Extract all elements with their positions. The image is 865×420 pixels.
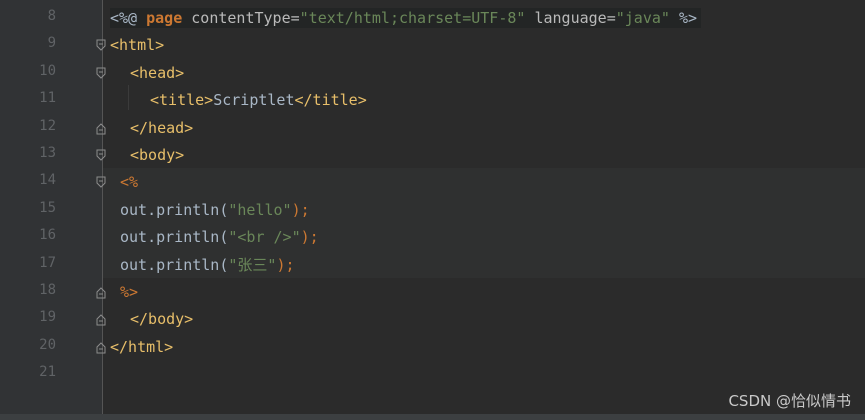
- code-token: %>: [120, 283, 139, 301]
- code-token: page: [146, 9, 183, 27]
- line-number: 13: [39, 145, 56, 161]
- line-number: 11: [39, 90, 56, 107]
- watermark-text: CSDN @恰似情书: [728, 392, 851, 410]
- code-text: <%@ page contentType="text/html;charset=…: [110, 8, 702, 28]
- code-token: <%@: [110, 9, 147, 27]
- code-token: <%: [120, 173, 139, 192]
- code-token: out.println(: [120, 228, 229, 247]
- code-token: </html>: [110, 337, 174, 356]
- code-editor[interactable]: 8 <%@ page contentType="text/html;charset…: [0, 0, 865, 420]
- line-number: 16: [39, 227, 56, 244]
- code-line[interactable]: 16 out.println("<br />");: [0, 223, 865, 250]
- horizontal-scrollbar[interactable]: [0, 414, 865, 420]
- code-text: out.println("<br />");: [120, 227, 319, 247]
- code-text: <html>: [110, 35, 164, 55]
- line-number: 18: [39, 282, 56, 298]
- code-token: <html>: [110, 36, 165, 55]
- code-token: out.println(: [120, 255, 229, 274]
- fold-end-icon[interactable]: [96, 312, 106, 326]
- code-text: <body>: [130, 145, 184, 165]
- fold-end-icon[interactable]: [96, 285, 106, 299]
- code-token: %>: [669, 9, 698, 27]
- fold-end-icon[interactable]: [96, 340, 106, 354]
- code-token: </head>: [130, 118, 194, 137]
- line-number: 21: [39, 364, 56, 381]
- code-line[interactable]: 9 <html>: [0, 31, 865, 58]
- code-text: </body>: [130, 309, 193, 329]
- code-token: Scriptlet: [213, 91, 295, 110]
- code-token: out.println(: [120, 200, 229, 219]
- code-line[interactable]: 11 <title>Scriptlet</title>: [0, 86, 865, 113]
- code-text: out.println("hello");: [120, 200, 310, 220]
- line-number: 14: [39, 172, 56, 189]
- line-number: 10: [39, 62, 56, 79]
- code-line[interactable]: 18 %>: [0, 278, 865, 305]
- code-line[interactable]: 8 <%@ page contentType="text/html;charset…: [0, 4, 865, 31]
- code-token: "java": [615, 9, 670, 27]
- code-token: );: [291, 200, 310, 219]
- code-line[interactable]: 19 </body>: [0, 305, 865, 332]
- fold-collapse-icon[interactable]: [96, 38, 106, 52]
- line-number: 15: [39, 199, 56, 216]
- code-token: <head>: [130, 63, 185, 82]
- code-line[interactable]: 15 out.println("hello");: [0, 196, 865, 223]
- code-text: <head>: [130, 63, 184, 83]
- code-token: <title>: [150, 91, 214, 110]
- line-number: 20: [39, 336, 56, 353]
- code-text: out.println("张三");: [120, 255, 295, 275]
- code-token: "张三": [228, 255, 277, 274]
- code-text: <%: [120, 172, 138, 192]
- code-text: </head>: [130, 118, 193, 138]
- code-line[interactable]: 14 <%: [0, 168, 865, 195]
- line-number: 9: [47, 35, 56, 52]
- line-number: 17: [39, 254, 56, 271]
- code-token: <body>: [130, 146, 185, 164]
- code-token: </title>: [294, 91, 367, 110]
- code-text: </html>: [110, 337, 173, 357]
- fold-collapse-icon[interactable]: [96, 148, 106, 161]
- code-token: "hello": [228, 200, 292, 219]
- code-text: <title>Scriptlet</title>: [150, 90, 367, 110]
- fold-collapse-icon[interactable]: [96, 66, 106, 79]
- code-line[interactable]: 12 </head>: [0, 114, 865, 141]
- line-number: 8: [47, 8, 56, 24]
- code-token: "text/html;charset=UTF-8": [299, 9, 526, 27]
- code-line[interactable]: 20 </html>: [0, 333, 865, 360]
- fold-end-icon[interactable]: [96, 121, 106, 135]
- code-line[interactable]: 17 out.println("张三");: [0, 251, 865, 278]
- code-token: "<br />": [228, 228, 301, 247]
- code-text: %>: [120, 282, 138, 302]
- code-token: contentType=: [182, 9, 300, 27]
- code-token: );: [276, 255, 295, 274]
- line-number: 19: [39, 309, 56, 326]
- code-line[interactable]: 21: [0, 360, 865, 387]
- code-token: </body>: [130, 310, 194, 329]
- line-number: 12: [39, 117, 56, 134]
- code-line[interactable]: 10 <head>: [0, 59, 865, 86]
- fold-collapse-icon[interactable]: [96, 175, 106, 189]
- code-token: );: [300, 228, 319, 247]
- code-token: language=: [525, 9, 616, 27]
- code-line[interactable]: 13 <body>: [0, 141, 865, 168]
